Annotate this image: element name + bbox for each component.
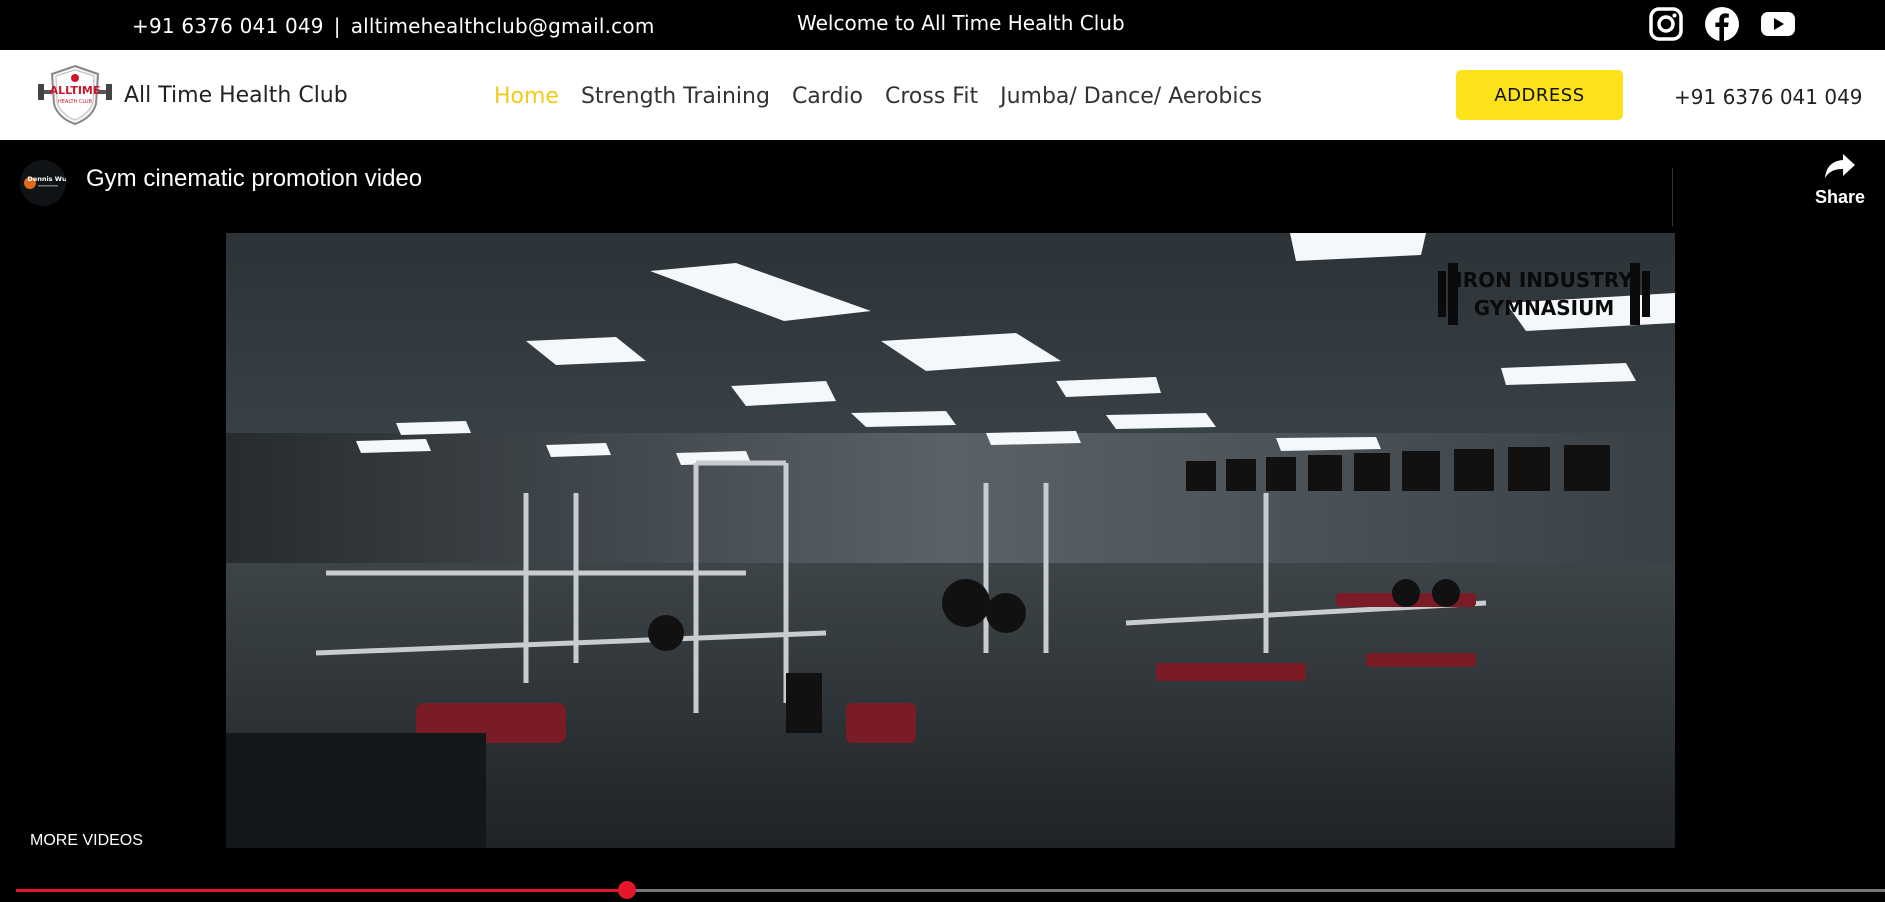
brand-name[interactable]: All Time Health Club — [124, 83, 348, 108]
top-email[interactable]: alltimehealthclub@gmail.com — [351, 14, 655, 38]
progress-scrubber[interactable] — [618, 881, 637, 899]
contact-separator: | — [333, 14, 341, 38]
video-player[interactable]: IRON INDUSTRY GYMNASIUM Dennis Wu Gym ci… — [0, 140, 1885, 902]
share-label: Share — [1814, 187, 1866, 207]
main-menu: Home Strength Training Cardio Cross Fit … — [494, 84, 1262, 109]
nav-item-home[interactable]: Home — [494, 84, 559, 109]
more-videos-button[interactable]: MORE VIDEOS — [30, 832, 143, 850]
video-title[interactable]: Gym cinematic promotion video — [86, 165, 422, 193]
title-divider — [1672, 168, 1673, 226]
facebook-icon[interactable] — [1703, 5, 1741, 43]
nav-phone[interactable]: +91 6376 041 049 — [1674, 85, 1863, 109]
welcome-text: Welcome to All Time Health Club — [797, 11, 1125, 35]
share-button[interactable]: Share — [1813, 152, 1867, 208]
svg-text:HEALTH CLUB: HEALTH CLUB — [58, 99, 93, 105]
top-phone[interactable]: +91 6376 041 049 — [132, 14, 324, 38]
instagram-icon[interactable] — [1647, 5, 1685, 43]
nav-item-jumba-dance-aerobics[interactable]: Jumba/ Dance/ Aerobics — [1000, 84, 1262, 109]
main-navbar: ALLTIME HEALTH CLUB All Time Health Club… — [0, 50, 1885, 140]
nav-item-strength-training[interactable]: Strength Training — [581, 84, 770, 109]
watermark-line1: IRON INDUSTRY — [1455, 268, 1633, 292]
watermark-line2: GYMNASIUM — [1474, 296, 1615, 320]
video-frame[interactable]: IRON INDUSTRY GYMNASIUM — [226, 233, 1675, 848]
channel-name: Dennis Wu — [27, 175, 66, 183]
share-arrow-icon — [1825, 154, 1855, 178]
top-contact: +91 6376 041 049 | alltimehealthclub@gmail… — [132, 14, 655, 38]
youtube-icon[interactable] — [1759, 5, 1797, 43]
address-button[interactable]: ADDRESS — [1456, 70, 1623, 120]
svg-text:ALLTIME: ALLTIME — [50, 84, 101, 97]
progress-fill — [16, 889, 628, 892]
channel-avatar[interactable]: Dennis Wu — [20, 160, 66, 206]
social-links — [1647, 5, 1797, 43]
nav-item-cross-fit[interactable]: Cross Fit — [885, 84, 978, 109]
club-logo[interactable]: ALLTIME HEALTH CLUB — [38, 64, 112, 126]
progress-bar[interactable] — [16, 881, 1885, 899]
nav-item-cardio[interactable]: Cardio — [792, 84, 863, 109]
top-bar: +91 6376 041 049 | alltimehealthclub@gmail… — [0, 0, 1885, 50]
